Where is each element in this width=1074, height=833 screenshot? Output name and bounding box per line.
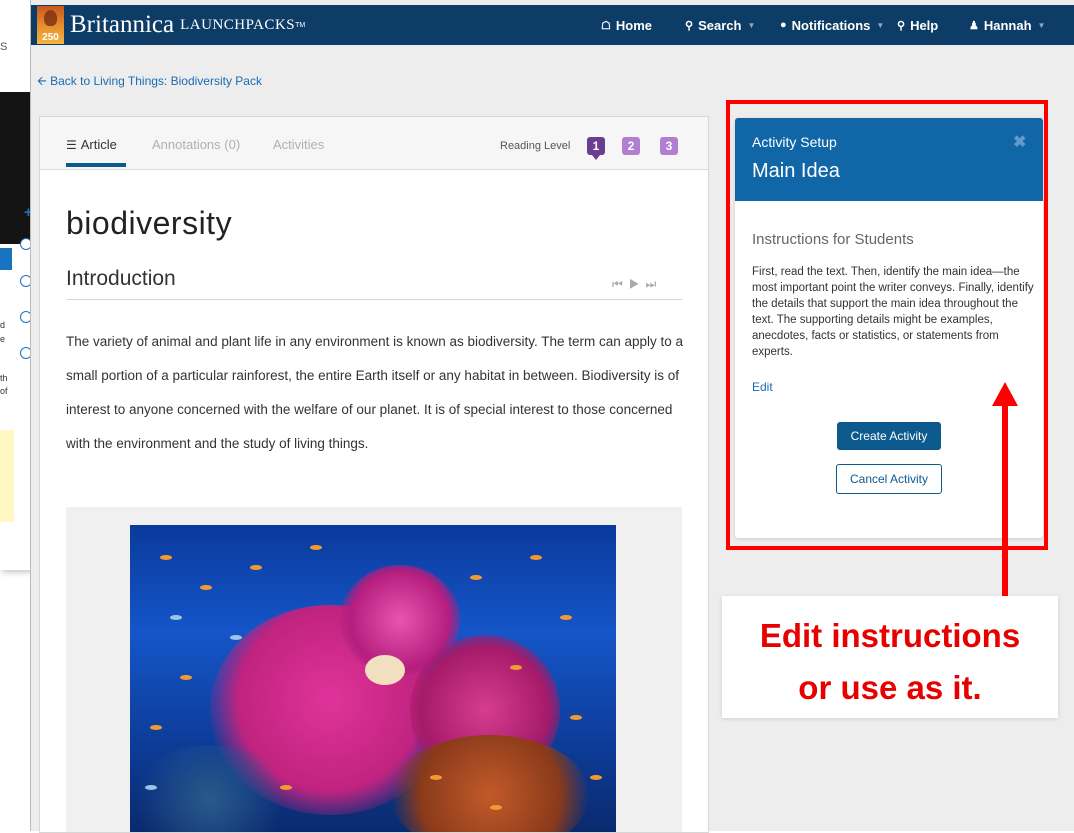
- search-icon: ⚲: [685, 19, 694, 32]
- user-icon: ♟: [969, 19, 979, 32]
- background-window-dark-area: [0, 92, 30, 244]
- article-body: The variety of animal and plant life in …: [66, 334, 684, 451]
- lightbulb-icon: ⚲: [897, 19, 906, 32]
- skip-back-icon[interactable]: ⏮: [612, 277, 629, 291]
- background-window-note: [0, 430, 14, 522]
- background-window-highlight: [0, 248, 12, 270]
- nav-user-menu[interactable]: ♟ Hannah ▼: [969, 5, 1045, 45]
- nav-user-label: Hannah: [983, 17, 1032, 33]
- arrow-up-shaft: [1002, 404, 1008, 596]
- nav-notifications[interactable]: ● Notifications ▼: [780, 5, 884, 45]
- article-tabs: ☰ Article Annotations (0) Activities Read…: [40, 117, 708, 170]
- speech-bubble-icon: ●: [780, 19, 787, 31]
- annotation-line-1: Edit instructions: [759, 617, 1021, 654]
- back-link[interactable]: 🡨 Back to Living Things: Biodiversity Pa…: [37, 72, 262, 93]
- tab-article[interactable]: ☰ Article: [66, 137, 117, 152]
- nav-help-label: Help: [910, 17, 939, 33]
- tab-annotations[interactable]: Annotations (0): [152, 137, 240, 152]
- app-window: 250 Britannica LAUNCHPACKS TM ☖ Home ⚲ S…: [30, 0, 1074, 833]
- tab-article-label: Article: [80, 137, 117, 152]
- section-heading: Introduction: [66, 267, 176, 290]
- audio-controls: ⏮▶⏭: [612, 277, 662, 292]
- logo-product: LAUNCHPACKS: [180, 16, 296, 33]
- tree-icon: [44, 10, 57, 26]
- background-window-text: e: [0, 334, 6, 344]
- logo-trademark: TM: [295, 21, 306, 29]
- logo-badge: 250: [37, 6, 64, 44]
- top-navbar: 250 Britannica LAUNCHPACKS TM ☖ Home ⚲ S…: [31, 5, 1074, 45]
- nav-home[interactable]: ☖ Home: [601, 5, 652, 45]
- article-image-frame: [66, 507, 682, 832]
- section-divider: [66, 299, 682, 300]
- article-title: biodiversity: [66, 205, 233, 241]
- background-window-text: th: [0, 373, 8, 383]
- article-card: ☰ Article Annotations (0) Activities Read…: [39, 116, 709, 833]
- background-window-text: of: [0, 386, 8, 396]
- reading-level-1-button[interactable]: 1: [587, 137, 605, 160]
- arrow-up-icon: [992, 382, 1018, 406]
- tab-activities[interactable]: Activities: [273, 137, 324, 152]
- annotation-line-2: or use as it.: [798, 669, 982, 706]
- annotation-text: Edit instructions or use as it.: [722, 610, 1058, 714]
- background-window-text: S: [0, 41, 8, 53]
- list-icon: ☰: [66, 138, 77, 152]
- arrow-left-icon: 🡨: [37, 74, 47, 88]
- reading-level-2-button[interactable]: 2: [622, 137, 640, 155]
- chevron-down-icon: ▼: [747, 20, 756, 30]
- background-window: S + d e th of: [0, 0, 33, 570]
- logo-brand: Britannica: [70, 11, 175, 38]
- background-window-text: d: [0, 320, 6, 330]
- annotation-callout: Edit instructions or use as it.: [722, 596, 1058, 718]
- home-icon: ☖: [601, 19, 611, 32]
- nav-search[interactable]: ⚲ Search ▼: [685, 5, 755, 45]
- coral-reef-photo[interactable]: [130, 525, 616, 832]
- chevron-down-icon: ▼: [1037, 20, 1046, 30]
- reading-level-3-button[interactable]: 3: [660, 137, 678, 155]
- play-icon[interactable]: ▶: [629, 277, 646, 291]
- reading-level-label: Reading Level: [500, 140, 571, 152]
- nav-home-label: Home: [615, 17, 652, 33]
- logo-badge-number: 250: [42, 32, 59, 43]
- highlight-box: [726, 100, 1048, 550]
- back-link-label: Back to Living Things: Biodiversity Pack: [50, 74, 262, 88]
- nav-help[interactable]: ⚲ Help: [897, 5, 938, 45]
- skip-forward-icon[interactable]: ⏭: [646, 277, 663, 291]
- active-tab-indicator: [66, 163, 126, 167]
- britannica-logo[interactable]: 250 Britannica LAUNCHPACKS TM: [37, 5, 305, 45]
- chevron-down-icon: ▼: [876, 20, 885, 30]
- nav-search-label: Search: [698, 17, 742, 33]
- nav-notifications-label: Notifications: [791, 17, 871, 33]
